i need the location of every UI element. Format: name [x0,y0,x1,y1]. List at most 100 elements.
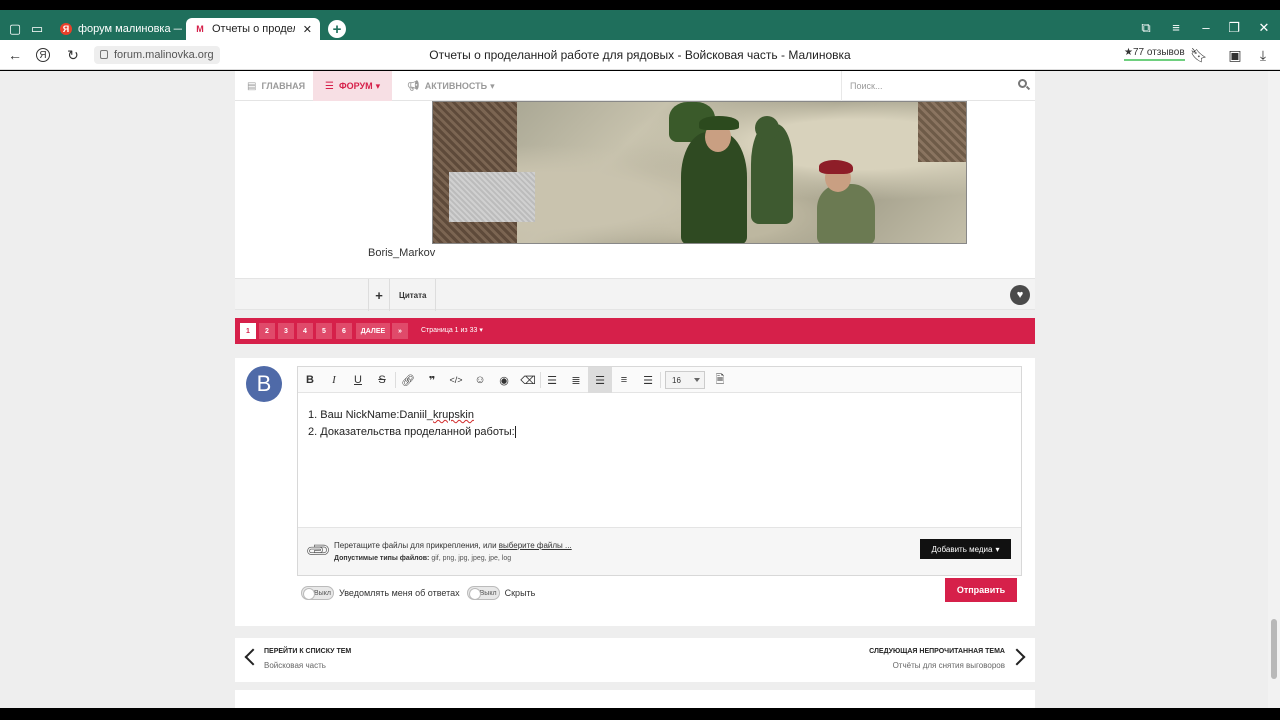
bookmark-icon[interactable]: 🔖︎ [1190,46,1208,64]
yandex-icon: Я [60,23,72,35]
page-5-button[interactable]: 5 [316,323,332,339]
restore-icon[interactable]: ❐ [1224,20,1244,36]
tab-manager-icon[interactable]: ▢ [4,19,26,39]
list-text: Доказательства проделанной работы: [320,426,515,438]
nav-activity[interactable]: 📢︎ АКТИВНОСТЬ ▾ [395,71,507,101]
soldier-figure [817,184,875,243]
bookmark-bar-icon[interactable]: ⧉ [1136,20,1156,36]
minimap [449,172,535,222]
attachment-area[interactable]: 📎︎ Перетащите файлы для прикрепления, ил… [298,527,1021,575]
bold-icon[interactable]: B [298,367,322,393]
misspelled-word: krupskin [433,409,474,421]
numbered-list-icon[interactable]: ≣ [564,367,588,393]
page-4-button[interactable]: 4 [297,323,313,339]
nav-home[interactable]: ▤ ГЛАВНАЯ [235,71,317,101]
list-text: Ваш NickName:Daniil_ [320,409,433,421]
search-input[interactable]: Поиск... [841,71,1035,101]
page-title: Отчеты о проделанной работе для рядовых … [429,48,851,62]
align-right-icon[interactable]: ☰ [636,367,660,393]
chevron-down-icon: ▾ [479,327,483,334]
link-icon[interactable]: 🔗︎ [396,367,420,393]
footer-strip [235,690,1035,708]
next-page-button[interactable]: ДАЛЕЕ [356,323,390,339]
close-window-icon[interactable]: ✕ [1254,20,1274,36]
notify-toggle[interactable]: Выкл [301,586,334,600]
attached-game-screenshot[interactable] [432,101,967,244]
tab-label: форум малиновка — Янд [78,23,182,35]
hide-toggle[interactable]: Выкл [466,586,500,600]
minimize-icon[interactable]: – [1196,20,1216,35]
spoiler-eye-icon[interactable]: ◉ [492,367,516,393]
bullet-list-icon[interactable]: ☰ [540,367,564,393]
attach-hint: Перетащите файлы для прикрепления, или в… [334,541,572,550]
search-icon[interactable] [1018,79,1027,88]
allowed-types: Допустимые типы файлов: gif, png, jpg, j… [334,555,511,562]
page-3-button[interactable]: 3 [278,323,294,339]
chevron-down-icon: ▾ [995,544,1000,554]
smiley-icon[interactable]: ☺ [468,367,492,393]
last-page-button[interactable]: » [392,323,408,339]
quote-button[interactable]: Цитата [391,279,436,311]
italic-icon[interactable]: I [322,367,346,393]
toolbar-divider [660,372,661,388]
list-item: 2. Доказательства проделанной работы: [308,424,516,441]
pagination: 1 2 3 4 5 6 ДАЛЕЕ » Страница 1 из 33 ▾ [235,318,1035,344]
font-size-select[interactable]: 16 [665,371,705,389]
page-info-dropdown[interactable]: Страница 1 из 33 ▾ [421,326,483,334]
chevron-down-icon: ▾ [375,80,381,91]
chevron-down-icon [694,378,700,382]
add-media-button[interactable]: Добавить медиа ▾ [920,539,1011,559]
nav-forum[interactable]: ☰ ФОРУМ ▾ [313,71,393,101]
bookmarks-panel-icon[interactable]: ▭ [26,19,48,39]
align-center-icon[interactable]: ≡ [612,367,636,393]
page-6-button[interactable]: 6 [336,323,352,339]
scrollbar-thumb[interactable] [1271,619,1277,679]
list-number: 1. [308,409,318,421]
chevron-right-icon [1008,648,1026,666]
avatar[interactable]: B [246,366,282,402]
tab-label: Отчеты о проделанной [212,23,295,35]
reply-editor: B I U S 🔗︎ ❞ </> ☺ ◉ ⌫ ☰ ≣ ☰ ≡ ☰ 16 🗎︎ 1… [297,366,1022,576]
home-icon: ▤ [247,80,257,92]
soldier-beret [819,160,853,174]
download-icon[interactable]: ⤓ [1254,46,1272,64]
page-scrollbar[interactable] [1268,71,1280,708]
send-button[interactable]: Отправить [945,578,1017,602]
tab-yandex[interactable]: Я форум малиновка — Янд [52,18,182,40]
underline-icon[interactable]: U [346,367,370,393]
soldier-cap [699,116,739,130]
quote-icon[interactable]: ❞ [420,367,444,393]
page-1-button[interactable]: 1 [240,323,256,339]
collections-icon[interactable]: ▣ [1226,46,1244,64]
choose-files-link[interactable]: выберите файлы ... [499,541,572,550]
nav-forum-label: ФОРУМ [338,81,373,91]
code-icon[interactable]: </> [444,367,468,393]
notify-label: Уведомлять меня об ответах [339,588,460,598]
drafts-icon[interactable]: 🗎︎ [708,367,732,393]
new-tab-button[interactable]: + [328,20,346,38]
list-item: 1. Ваш NickName:Daniil_krupskin [308,407,516,424]
attach-hint-text: Перетащите файлы для прикрепления, или [334,541,499,550]
allowed-types-label: Допустимые типы файлов: [334,555,430,562]
wall-texture [918,102,966,162]
strikethrough-icon[interactable]: S [370,367,394,393]
thread-navigation: ПЕРЕЙТИ К СПИСКУ ТЕМ Войсковая часть СЛЕ… [235,638,1035,682]
close-tab-icon[interactable]: ✕ [303,23,312,36]
like-heart-icon[interactable]: ♥ [1010,285,1030,305]
align-left-icon[interactable]: ☰ [588,367,612,393]
malinovka-icon: M [194,23,206,35]
search-placeholder: Поиск... [850,81,883,91]
post-author[interactable]: Boris_Markov [368,247,435,259]
reviews-badge[interactable]: ★77 отзывов [1124,47,1185,61]
nav-home-label: ГЛАВНАЯ [261,81,306,91]
menu-icon[interactable]: ≡ [1166,20,1186,35]
address-bar: ← Я ↻ forum.malinovka.org Отчеты о проде… [0,40,1280,70]
page-2-button[interactable]: 2 [259,323,275,339]
eraser-icon[interactable]: ⌫ [516,367,540,393]
post-card: Boris_Markov [235,101,1035,278]
multiquote-button[interactable]: + [368,279,390,311]
back-title: ПЕРЕЙТИ К СПИСКУ ТЕМ [264,648,352,655]
paperclip-icon: 📎︎ [304,536,333,565]
editor-content[interactable]: 1. Ваш NickName:Daniil_krupskin 2. Доказ… [308,407,516,441]
tab-malinovka[interactable]: M Отчеты о проделанной ✕ [186,18,320,40]
